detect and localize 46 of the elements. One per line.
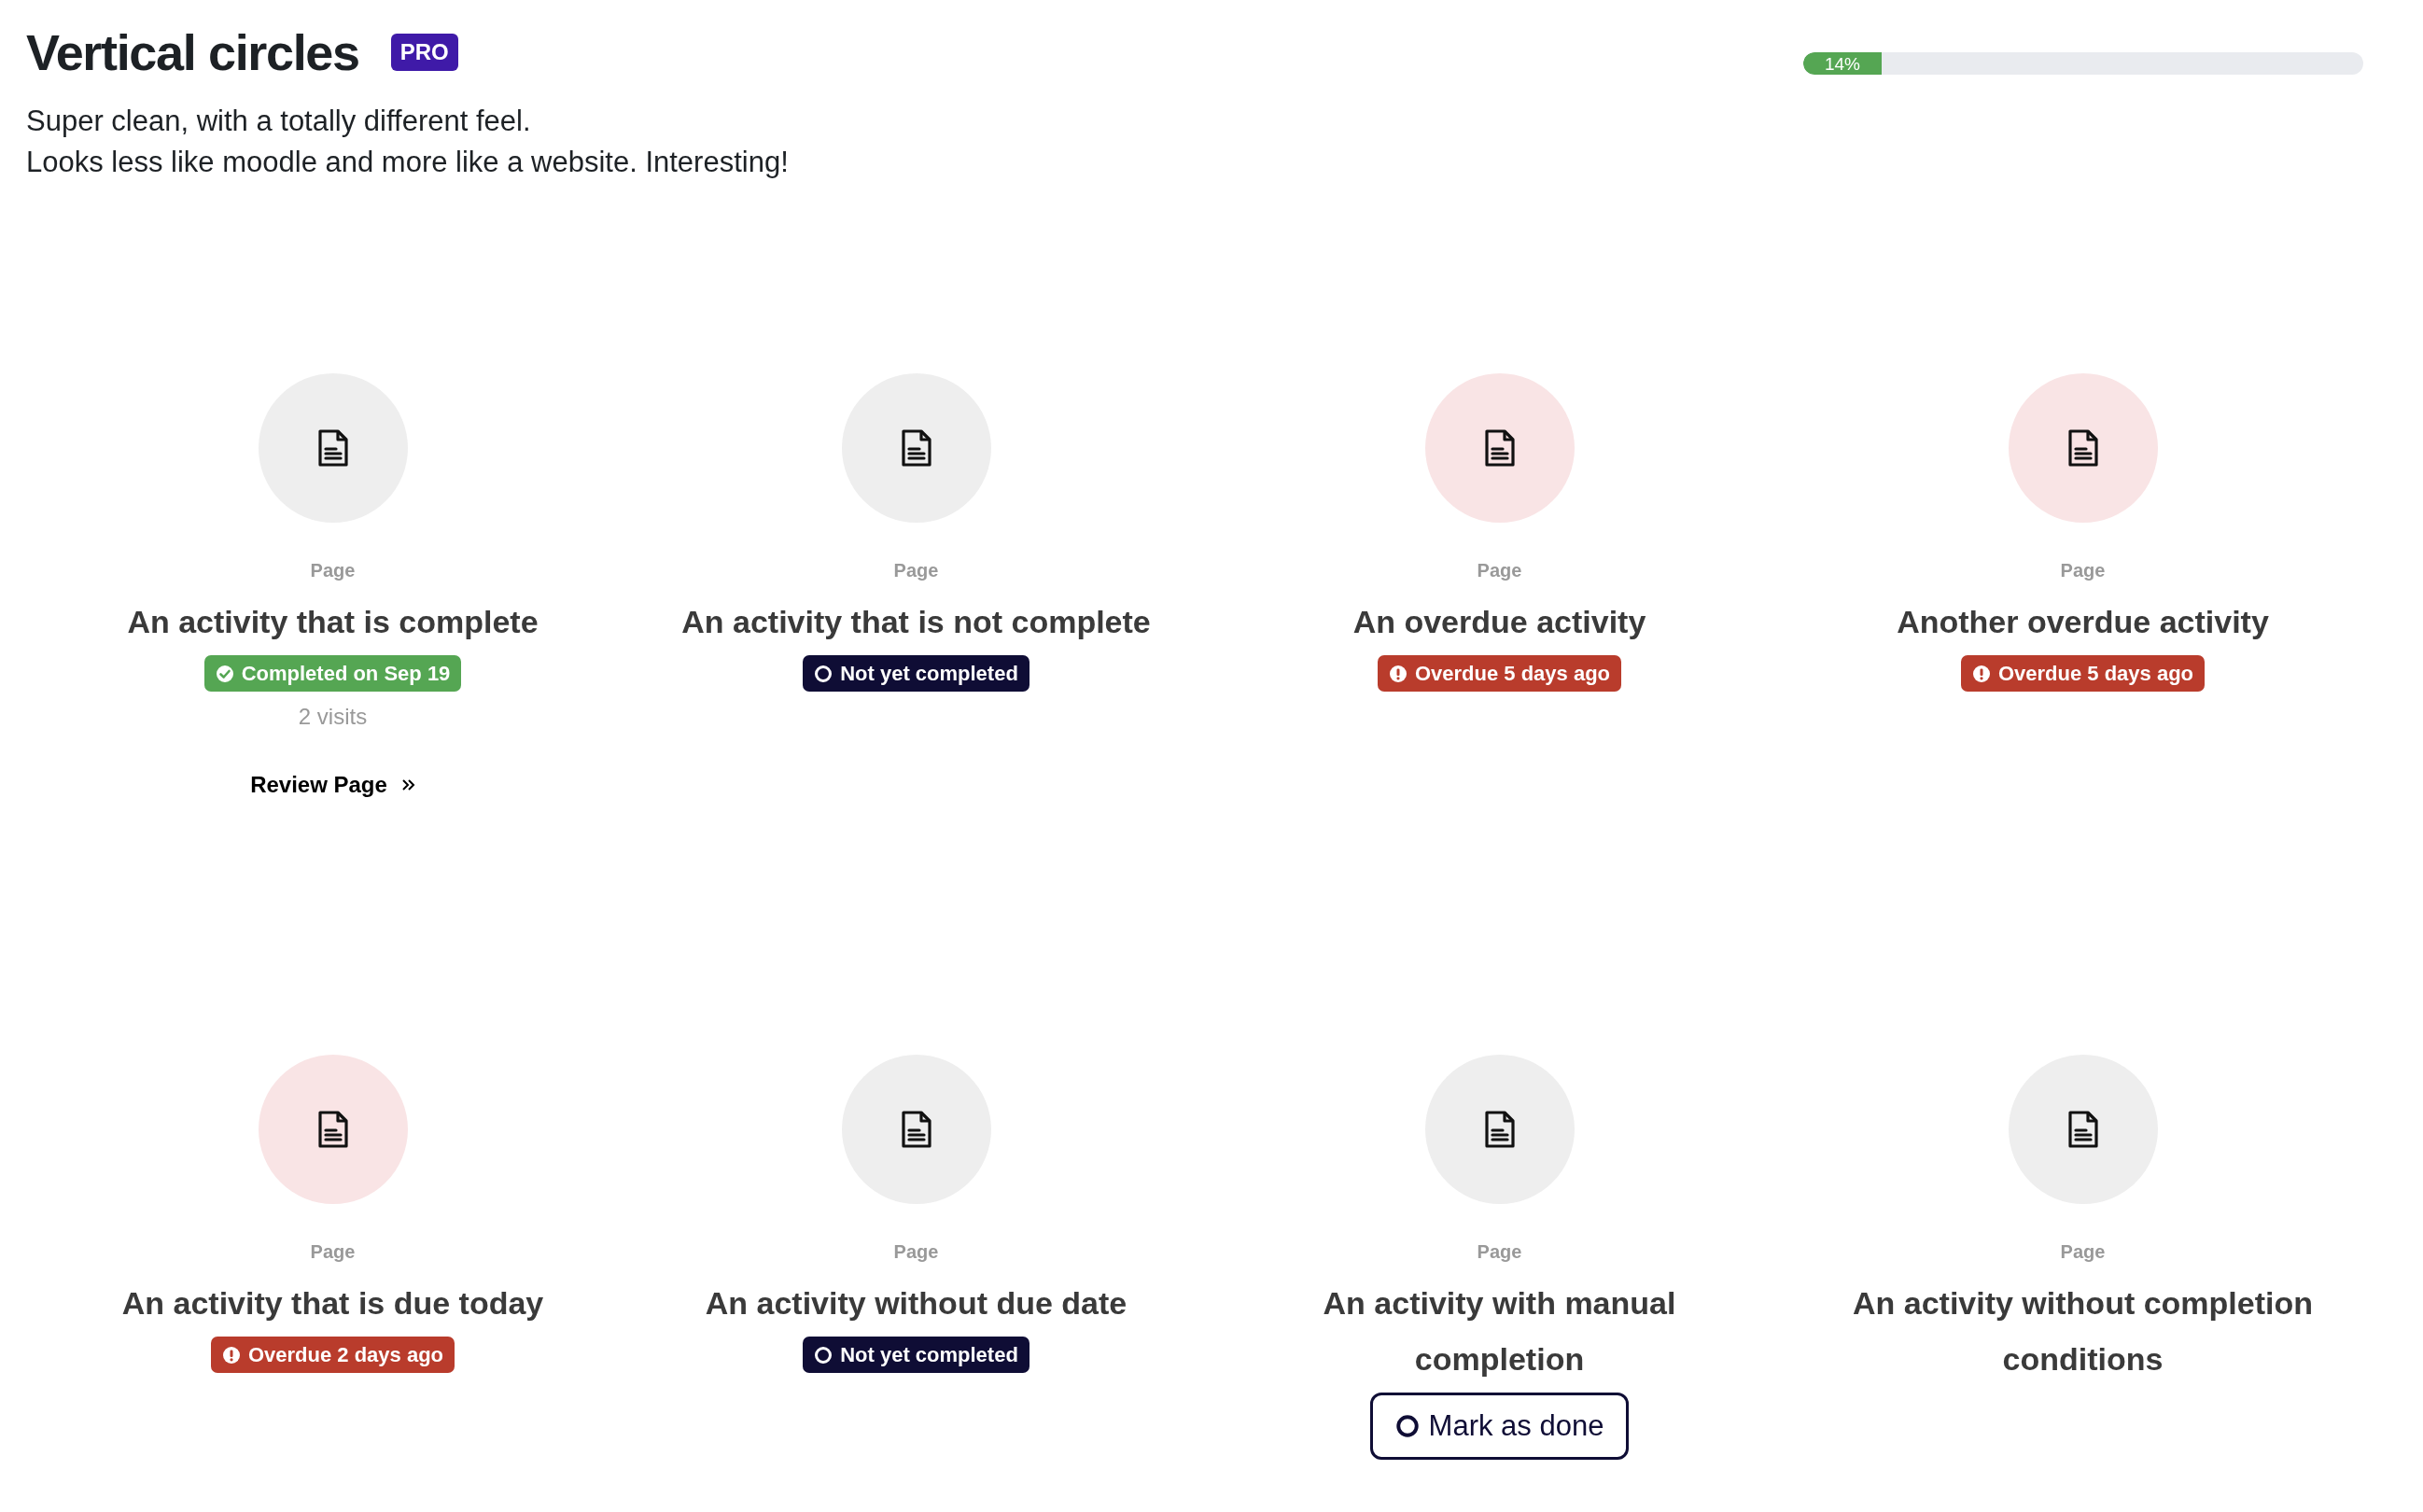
visit-count: 2 visits xyxy=(298,703,368,731)
not-completed-badge: Not yet completed xyxy=(803,1337,1029,1373)
activity-type: Page xyxy=(310,1240,356,1264)
activity-title[interactable]: An activity without completion conditions xyxy=(1840,1275,2326,1387)
overdue-badge: Overdue 2 days ago xyxy=(210,1337,455,1373)
completed-badge: Completed on Sep 19 xyxy=(203,655,462,692)
activity-type: Page xyxy=(893,1240,939,1264)
activity-title[interactable]: An activity with manual completion xyxy=(1256,1275,1743,1387)
activity-type: Page xyxy=(2060,559,2106,582)
activity-title[interactable]: An overdue activity xyxy=(1256,594,1743,650)
document-icon xyxy=(316,1110,349,1149)
document-icon xyxy=(316,428,349,468)
activity-type: Page xyxy=(1477,1240,1522,1264)
activity-title[interactable]: An activity without due date xyxy=(673,1275,1159,1331)
circle-icon xyxy=(1394,1414,1420,1438)
activity-type: Page xyxy=(1477,559,1522,582)
description-text: Super clean, with a totally different feel. xyxy=(26,105,532,138)
activity-title[interactable]: An activity that is due today xyxy=(90,1275,576,1331)
progress-reading: 14% xyxy=(1825,54,1860,73)
document-icon xyxy=(900,428,932,468)
check-circle-icon xyxy=(215,664,234,683)
activity-title[interactable]: An activity that is not complete xyxy=(673,594,1159,650)
activity-type: Page xyxy=(893,559,939,582)
document-icon xyxy=(1483,1110,1516,1149)
exclamation-circle-icon xyxy=(1388,664,1408,683)
exclamation-circle-icon xyxy=(221,1345,241,1365)
page-title: Vertical circles xyxy=(26,23,359,82)
overdue-badge: Overdue 5 days ago xyxy=(1960,655,2206,692)
review-link[interactable]: Review Page xyxy=(250,768,415,802)
description-text: Looks less like moodle and more like a website. Interesting! xyxy=(26,146,789,179)
document-icon xyxy=(900,1110,932,1149)
activity-type: Page xyxy=(310,559,356,582)
mark-as-done-button[interactable]: Mark as done xyxy=(1369,1393,1630,1460)
document-icon xyxy=(1483,428,1516,468)
document-icon xyxy=(2066,428,2099,468)
exclamation-circle-icon xyxy=(1971,664,1991,683)
overdue-badge: Overdue 5 days ago xyxy=(1377,655,1622,692)
activity-title[interactable]: An activity that is complete xyxy=(90,594,576,650)
circle-icon xyxy=(814,1345,833,1365)
not-completed-badge: Not yet completed xyxy=(803,655,1029,692)
activity-type: Page xyxy=(2060,1240,2106,1264)
double-chevron-icon xyxy=(399,777,415,792)
activity-title[interactable]: Another overdue activity xyxy=(1840,594,2326,650)
pro-badge: PRO xyxy=(390,34,458,71)
document-icon xyxy=(2066,1110,2099,1149)
circle-icon xyxy=(814,664,833,683)
